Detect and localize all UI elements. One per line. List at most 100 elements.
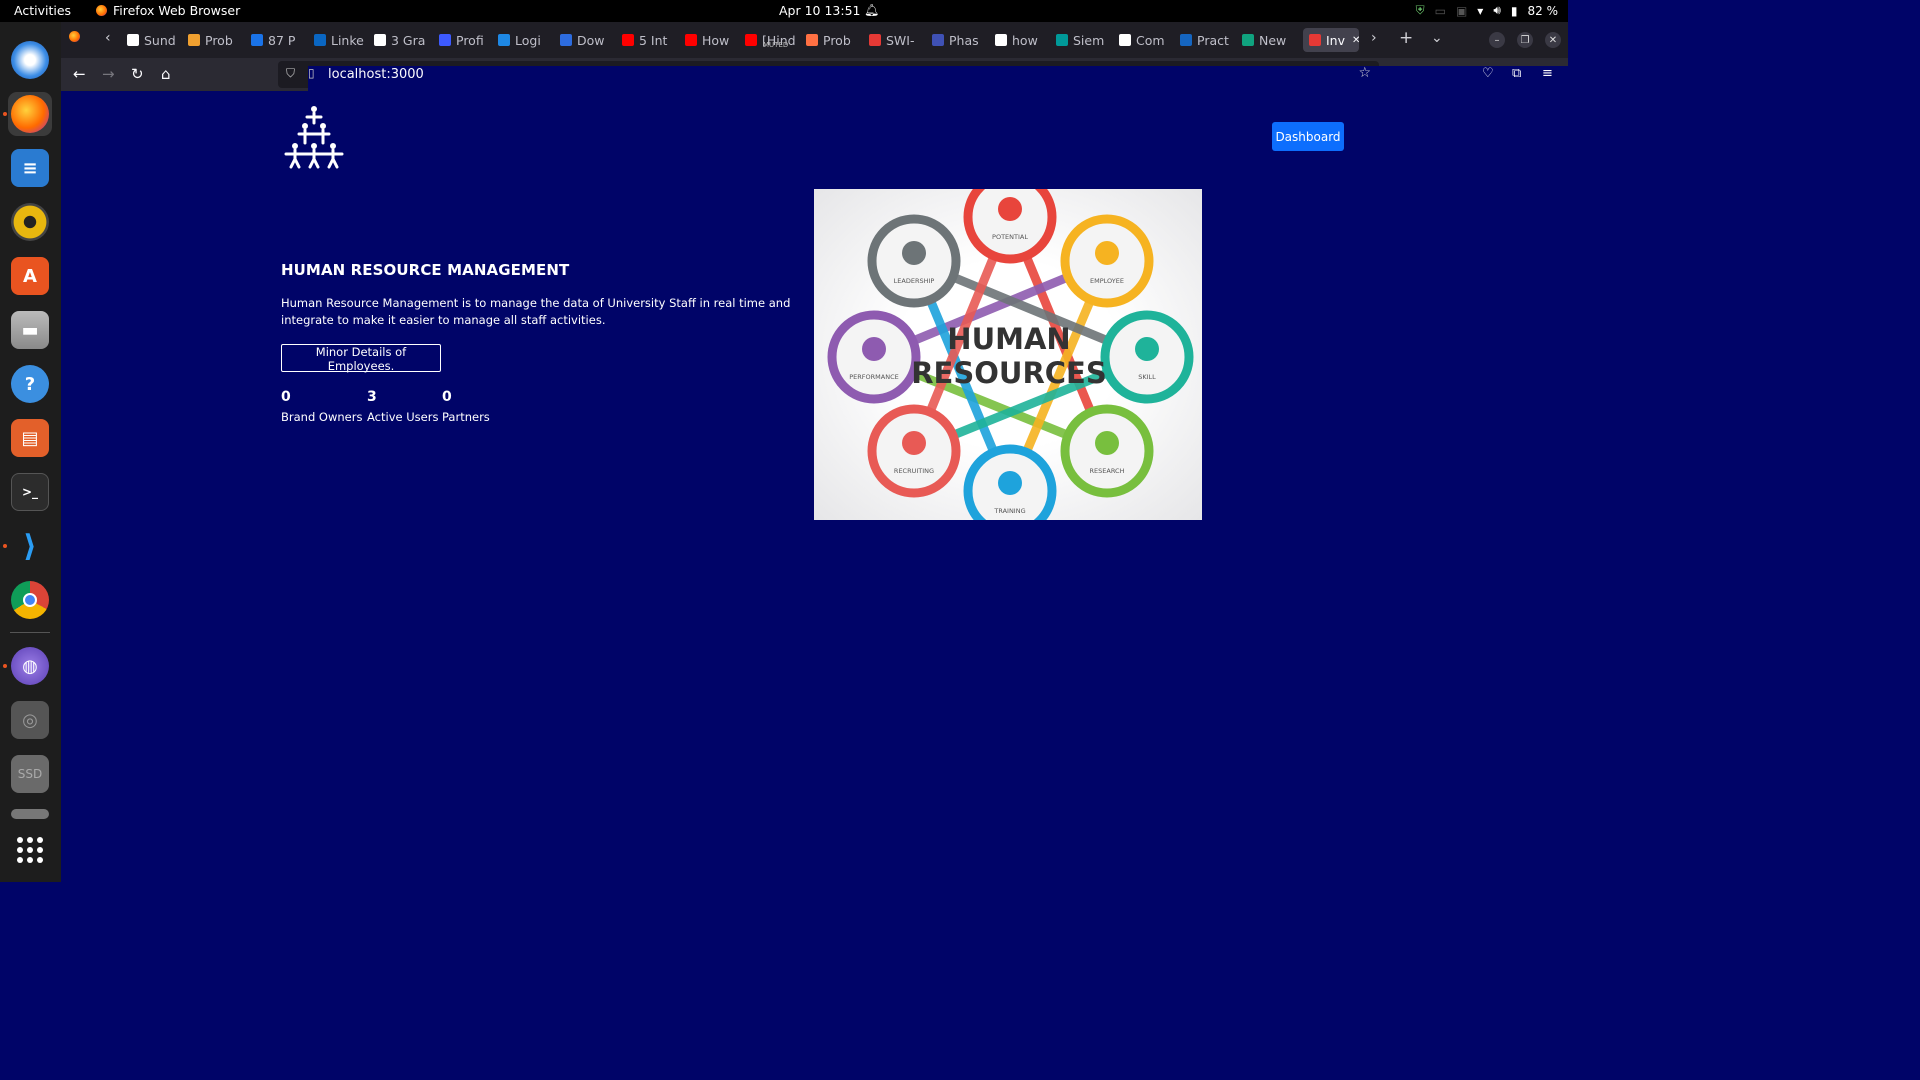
dock-terminal[interactable]: >_ [8,470,52,514]
tab-favicon-icon [127,34,139,46]
people-pyramid-logo[interactable] [283,105,345,169]
dock-files[interactable]: ▬ [8,308,52,352]
wifi-icon: ▾ [1477,3,1484,18]
tab-favicon-icon [1309,34,1321,46]
notification-bell-icon: 🔔︎ [864,3,880,17]
document-icon: ≡ [11,149,49,187]
tab-favicon-icon [251,34,263,46]
tab-label: 87 P [268,32,296,48]
extensions-icon[interactable]: ⧉ [1512,66,1521,81]
minor-details-button[interactable]: Minor Details of Employees. [281,344,441,373]
scroll-tabs-left-icon[interactable]: ‹ [105,30,111,46]
browser-tab[interactable]: Phas [932,28,988,52]
browser-tab[interactable]: Pract [1180,28,1236,52]
dock-ssd[interactable]: SSD [8,752,52,796]
stat-label: Partners [442,410,490,424]
browser-tab[interactable]: how [995,28,1051,52]
address-bar[interactable]: ⛉ ▯ localhost:3000 ☆ [278,61,1815,857]
tab-label: Dow [577,32,605,48]
tab-label: Prob [205,32,233,48]
browser-tab[interactable]: Logi [498,28,554,52]
activities-button[interactable]: Activities [14,3,71,18]
scroll-tabs-right-icon[interactable]: › [1371,30,1377,46]
app-grid-icon [17,837,43,863]
browser-tab[interactable]: 87 P [251,28,307,52]
hr-node-research: RESEARCH [1060,404,1154,498]
tab-label: Profi [456,32,484,48]
browser-tab[interactable]: 3 Gra [374,28,430,52]
minimize-icon[interactable]: – [1489,32,1505,48]
browser-tab[interactable]: Inv ✕ [1303,28,1359,52]
home-icon[interactable]: ⌂ [161,65,171,83]
hr-node-employee: EMPLOYEE [1060,214,1154,308]
dock-separator [10,632,50,633]
dock-software[interactable]: A [8,254,52,298]
back-arrow-icon[interactable]: ← [73,65,86,83]
dock-disc[interactable]: ◎ [8,698,52,742]
illustration-title-line1: HUMAN [947,322,1070,356]
system-top-bar: Activities Firefox Web Browser Apr 10 13… [0,0,1568,22]
tab-favicon-icon [995,34,1007,46]
tab-favicon-icon [188,34,200,46]
browser-tab[interactable]: Dow [560,28,616,52]
tab-favicon-icon [314,34,326,46]
folder-icon: ▬ [11,311,49,349]
browser-tab[interactable]: [Hind MUTED [745,28,801,52]
firefox-icon [96,5,107,16]
show-apps-button[interactable] [8,828,52,872]
browser-tab[interactable]: Profi [439,28,495,52]
browser-tab[interactable]: Prob [806,28,862,52]
pocket-icon[interactable]: ♡ [1482,66,1494,81]
browser-tab[interactable]: Com [1119,28,1175,52]
forward-arrow-icon[interactable]: → [102,65,115,83]
dock-firefox[interactable] [8,92,52,136]
tab-label: Phas [949,32,979,48]
dock-rhythmbox[interactable] [8,200,52,244]
clock[interactable]: Apr 10 13:51 [779,3,861,18]
browser-tab[interactable]: New [1242,28,1298,52]
dock-vscode[interactable]: ⟩ [8,524,52,568]
tab-label: New [1259,32,1287,48]
running-indicator [3,544,7,548]
close-window-icon[interactable]: ✕ [1545,32,1561,48]
hr-node-label: RECRUITING [894,467,934,475]
disc-icon: ◎ [11,701,49,739]
hr-node-icon [1095,241,1119,265]
illustration-title-line2: RESOURCES [911,356,1107,390]
tracking-shield-icon[interactable]: ⛉ [286,66,295,81]
dock-thunderbird[interactable] [8,38,52,82]
close-tab-icon[interactable]: ✕ [1352,35,1359,46]
tab-label: How [702,32,730,48]
dashboard-button[interactable]: Dashboard [1272,122,1344,151]
hr-node-icon [1095,431,1119,455]
new-tab-icon[interactable]: + [1399,28,1413,48]
terminal-icon: >_ [11,473,49,511]
browser-tab[interactable]: SWI- [869,28,925,52]
bookmark-star-icon[interactable]: ☆ [1358,65,1371,81]
browser-tab[interactable]: Sund [127,28,183,52]
dock-chrome[interactable] [8,578,52,622]
browser-tab[interactable]: How [685,28,741,52]
dock-drive[interactable] [8,806,52,822]
stat-value: 0 [442,389,452,405]
restore-icon[interactable]: ❐ [1517,32,1533,48]
browser-tab[interactable]: Prob [188,28,244,52]
menu-hamburger-icon[interactable]: ≡ [1542,66,1553,81]
system-tray[interactable]: ⛨ ▭ ▣ ▾ 🔊︎ ▮ 82 % [1416,3,1558,18]
tab-favicon-icon [498,34,510,46]
tab-label: Siem [1073,32,1105,48]
tab-label: 5 Int [639,32,668,48]
list-all-tabs-icon[interactable]: ⌄ [1431,30,1443,46]
browser-tab[interactable]: Linke [314,28,370,52]
dock-browser-globe[interactable]: ◍ [8,644,52,688]
dock-writer[interactable]: ≡ [8,146,52,190]
browser-tab-strip: ‹ Sund Prob 87 P Linke 3 Gra Profi Logi Dow 5 In… [61,22,1568,58]
firefox-view-icon[interactable] [69,30,80,46]
active-app-menu[interactable]: Firefox Web Browser [96,3,240,18]
browser-tab[interactable]: Siem [1056,28,1112,52]
browser-tab[interactable]: 5 Int [622,28,678,52]
reload-icon[interactable]: ↻ [131,65,144,83]
dock-impress[interactable]: ▤ [8,416,52,460]
url-text: localhost:3000 [328,67,424,82]
dock-help[interactable]: ? [8,362,52,406]
